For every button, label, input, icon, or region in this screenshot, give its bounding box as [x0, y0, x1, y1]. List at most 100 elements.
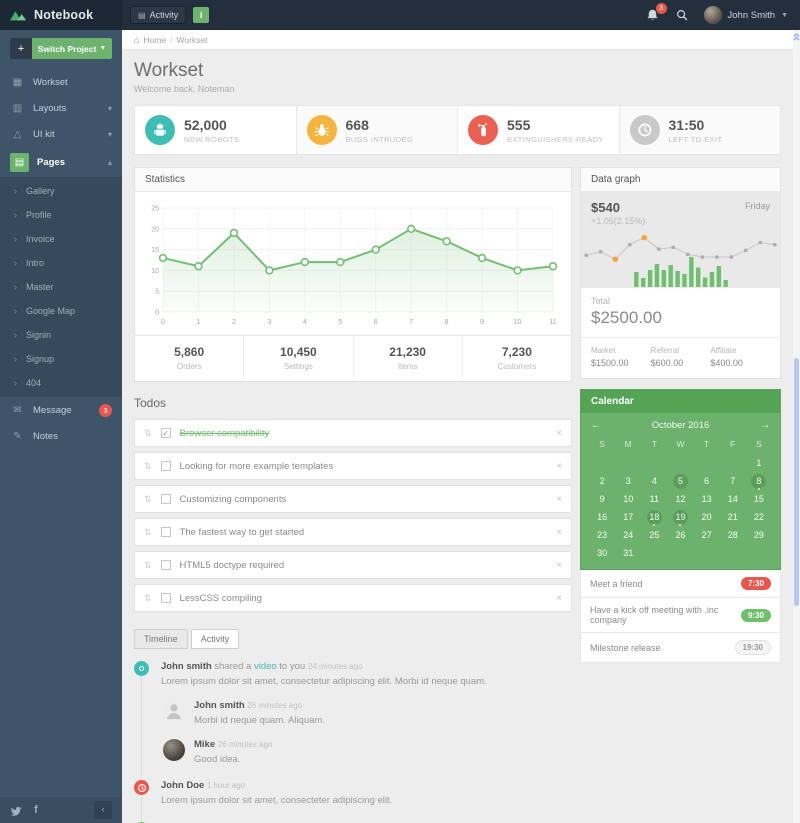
todo-item[interactable]: ⇅ The fastest way to get started × — [134, 518, 572, 546]
todo-checkbox[interactable] — [160, 593, 171, 603]
todo-item[interactable]: ⇅ Customizing components × — [134, 485, 572, 513]
close-icon[interactable]: × — [556, 593, 562, 604]
sidebar-subitem-404[interactable]: › 404 — [0, 371, 122, 395]
drag-handle-icon[interactable]: ⇅ — [144, 461, 152, 472]
close-icon[interactable]: × — [556, 494, 562, 505]
drag-handle-icon[interactable]: ⇅ — [144, 527, 152, 538]
tab-timeline[interactable]: Timeline — [134, 629, 188, 649]
prev-month-button[interactable]: ← — [591, 420, 605, 431]
stat-card-bugs-intruded[interactable]: 668 BUGS INTRUDED — [295, 106, 457, 154]
calendar-date-18[interactable]: 18 — [641, 509, 667, 526]
calendar-date-25[interactable]: 25 — [641, 527, 667, 543]
twitter-icon[interactable] — [10, 804, 22, 816]
calendar-date-4[interactable]: 4 — [641, 473, 667, 489]
calendar-date-26[interactable]: 26 — [667, 527, 693, 543]
calendar-date-15[interactable]: 15 — [746, 491, 772, 507]
drag-handle-icon[interactable]: ⇅ — [144, 428, 152, 439]
todo-checkbox[interactable]: ✓ — [160, 428, 171, 438]
video-link[interactable]: video — [254, 661, 277, 672]
calendar-date-31[interactable]: 31 — [615, 545, 641, 561]
calendar-date-29[interactable]: 29 — [746, 527, 772, 543]
close-icon[interactable]: × — [556, 428, 562, 439]
calendar-date-3[interactable]: 3 — [615, 473, 641, 489]
sidebar-item-pages[interactable]: ▤ Pages ▴ — [0, 147, 122, 177]
timeline-user-name[interactable]: Mike — [194, 739, 215, 750]
calendar-date-14[interactable]: 14 — [720, 491, 746, 507]
timeline-user-name[interactable]: John smith — [161, 661, 212, 672]
sidebar-subitem-google-map[interactable]: › Google Map — [0, 299, 122, 323]
calendar-date-13[interactable]: 13 — [694, 491, 720, 507]
calendar-date-6[interactable]: 6 — [694, 473, 720, 489]
calendar-date-7[interactable]: 7 — [720, 473, 746, 489]
scrollbar-thumb[interactable] — [794, 358, 799, 606]
stat-card-left-to-exit[interactable]: 31:50 LEFT TO EXIT — [618, 106, 780, 154]
stat-card-new-robots[interactable]: 52,000 NEW ROBOTS — [135, 106, 296, 154]
todo-checkbox[interactable] — [160, 461, 171, 471]
timeline-user-name[interactable]: John Doe — [161, 780, 204, 791]
user-menu[interactable]: John Smith ▼ — [703, 6, 788, 24]
sidebar-subitem-master[interactable]: › Master — [0, 275, 122, 299]
calendar-date-24[interactable]: 24 — [615, 527, 641, 543]
todo-item[interactable]: ⇅ Looking for more example templates × — [134, 452, 572, 480]
timeline-user-name[interactable]: John smith — [194, 700, 245, 711]
calendar-date-28[interactable]: 28 — [720, 527, 746, 543]
drag-handle-icon[interactable]: ⇅ — [144, 494, 152, 505]
sidebar-item-layouts[interactable]: ▥ Layouts ▾ — [0, 95, 122, 121]
todo-item[interactable]: ⇅ LessCSS compiling × — [134, 584, 572, 612]
todo-item[interactable]: ⇅ ✓ Browser compatibility × — [134, 419, 572, 447]
calendar-date-8[interactable]: 8 — [746, 473, 772, 490]
calendar-date-21[interactable]: 21 — [720, 509, 746, 525]
close-icon[interactable]: × — [556, 527, 562, 538]
calendar-date-11[interactable]: 11 — [641, 491, 667, 507]
calendar-date-16[interactable]: 16 — [589, 509, 615, 525]
todo-checkbox[interactable] — [160, 494, 171, 504]
calendar-event[interactable]: Meet a friend 7:30 — [580, 570, 781, 598]
sidebar-item-notes[interactable]: ✎ Notes — [0, 423, 122, 449]
calendar-date-1[interactable]: 1 — [746, 455, 772, 471]
todo-checkbox[interactable] — [160, 527, 171, 537]
sidebar-subitem-invoice[interactable]: › Invoice — [0, 227, 122, 251]
calendar-date-19[interactable]: 19 — [667, 509, 693, 526]
add-project-button[interactable]: + — [10, 38, 32, 59]
sidebar-item-message[interactable]: ✉ Message 3 — [0, 397, 122, 423]
calendar-event[interactable]: Milestone release 19:30 — [580, 633, 781, 663]
activity-button[interactable]: ▤ Activity — [130, 6, 187, 24]
switch-project-button[interactable]: Switch Project ▼ — [32, 38, 112, 59]
calendar-date-20[interactable]: 20 — [694, 509, 720, 525]
brand[interactable]: Notebook — [0, 0, 122, 30]
breadcrumb-home[interactable]: Home — [143, 35, 166, 45]
calendar-date-10[interactable]: 10 — [615, 491, 641, 507]
sidebar-item-ui-kit[interactable]: △ UI kit ▾ — [0, 121, 122, 147]
sidebar-item-workset[interactable]: ▦ Workset — [0, 69, 122, 95]
page-scrollbar[interactable] — [793, 30, 800, 823]
sidebar-collapse-button[interactable]: ‹ — [94, 801, 112, 819]
calendar-date-2[interactable]: 2 — [589, 473, 615, 489]
todo-checkbox[interactable] — [160, 560, 171, 570]
sidebar-subitem-intro[interactable]: › Intro — [0, 251, 122, 275]
sidebar-subitem-signup[interactable]: › Signup — [0, 347, 122, 371]
calendar-event[interactable]: Have a kick off meeting with .inc compan… — [580, 598, 781, 633]
todo-item[interactable]: ⇅ HTML5 doctype required × — [134, 551, 572, 579]
close-icon[interactable]: × — [556, 461, 562, 472]
calendar-date-17[interactable]: 17 — [615, 509, 641, 525]
tab-activity[interactable]: Activity — [190, 629, 240, 649]
drag-handle-icon[interactable]: ⇅ — [144, 593, 152, 604]
calendar-date-12[interactable]: 12 — [667, 491, 693, 507]
sidebar-subitem-gallery[interactable]: › Gallery — [0, 179, 122, 203]
calendar-date-9[interactable]: 9 — [589, 491, 615, 507]
scroll-to-top-icon[interactable] — [793, 32, 800, 42]
sidebar-subitem-profile[interactable]: › Profile — [0, 203, 122, 227]
sidebar-subitem-signin[interactable]: › Signin — [0, 323, 122, 347]
notifications-button[interactable]: 3 — [646, 3, 667, 22]
calendar-date-27[interactable]: 27 — [694, 527, 720, 543]
calendar-date-30[interactable]: 30 — [589, 545, 615, 561]
facebook-icon[interactable]: f — [34, 804, 38, 816]
stat-card-extinguishers-ready[interactable]: 555 EXTINGUISHERS READY — [457, 106, 619, 154]
search-icon[interactable] — [676, 9, 688, 21]
close-icon[interactable]: × — [556, 560, 562, 571]
quick-toggle-button[interactable]: i — [193, 7, 210, 23]
calendar-date-23[interactable]: 23 — [589, 527, 615, 543]
calendar-date-5[interactable]: 5 — [667, 473, 693, 489]
calendar-date-22[interactable]: 22 — [746, 509, 772, 525]
drag-handle-icon[interactable]: ⇅ — [144, 560, 152, 571]
